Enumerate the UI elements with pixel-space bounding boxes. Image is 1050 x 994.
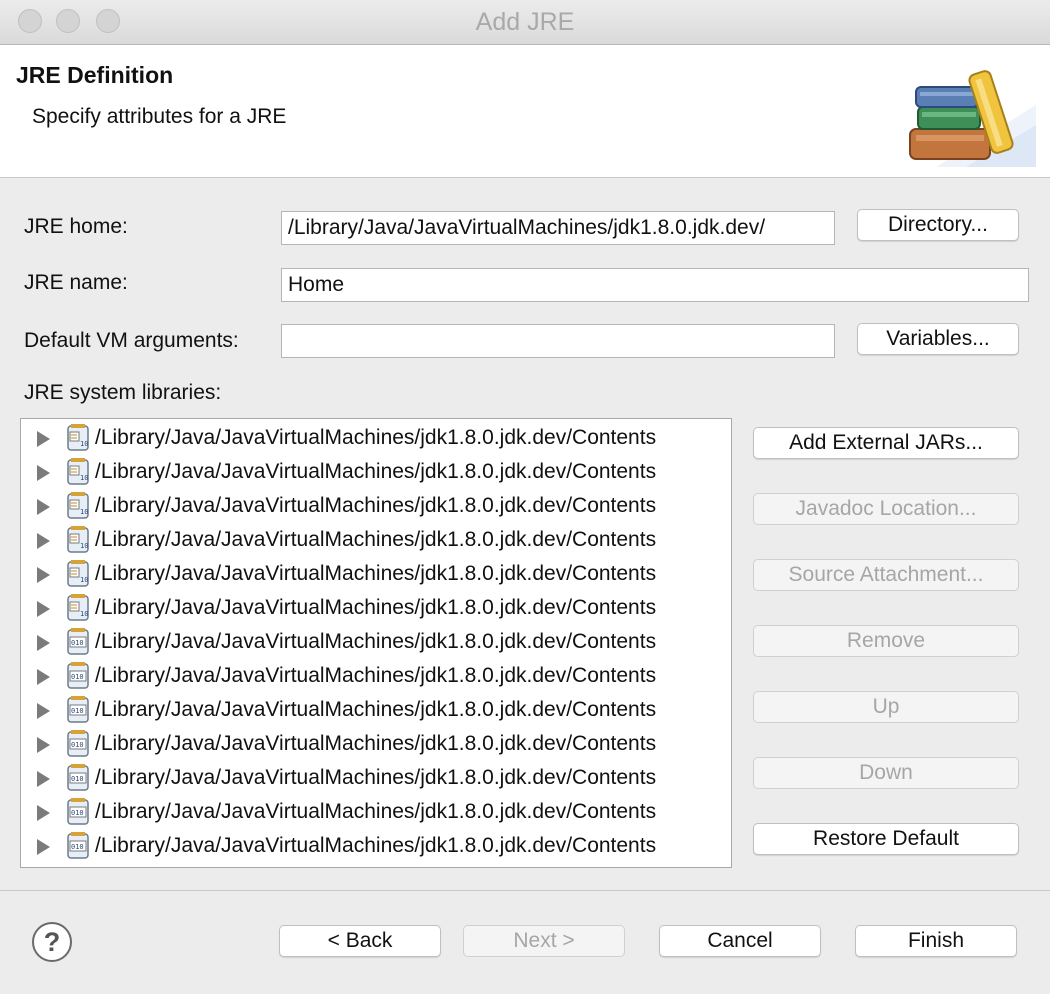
- library-path: /Library/Java/JavaVirtualMachines/jdk1.8…: [95, 460, 657, 483]
- jre-home-field[interactable]: /Library/Java/JavaVirtualMachines/jdk1.8…: [281, 211, 835, 245]
- jre-name-label: JRE name:: [24, 271, 128, 294]
- source-jar-icon: 10: [67, 424, 89, 451]
- expand-arrow-icon[interactable]: [37, 737, 50, 753]
- svg-text:10: 10: [80, 610, 88, 618]
- expand-arrow-icon[interactable]: [37, 669, 50, 685]
- library-books-icon: [909, 70, 1036, 167]
- svg-text:10: 10: [80, 576, 88, 584]
- library-row[interactable]: 10/Library/Java/JavaVirtualMachines/jdk1…: [21, 523, 731, 557]
- footer-divider: [0, 890, 1050, 891]
- title-bar: Add JRE: [0, 0, 1050, 45]
- variables-button[interactable]: Variables...: [857, 323, 1019, 355]
- restore-default-button[interactable]: Restore Default: [753, 823, 1019, 855]
- binary-jar-icon: 010: [67, 764, 89, 791]
- expand-arrow-icon[interactable]: [37, 635, 50, 651]
- source-jar-icon: 10: [67, 526, 89, 553]
- binary-jar-icon: 010: [67, 628, 89, 655]
- source-jar-icon: 10: [67, 492, 89, 519]
- library-path: /Library/Java/JavaVirtualMachines/jdk1.8…: [95, 664, 657, 687]
- library-row[interactable]: 010/Library/Java/JavaVirtualMachines/jdk…: [21, 693, 731, 727]
- library-path: /Library/Java/JavaVirtualMachines/jdk1.8…: [95, 528, 657, 551]
- svg-text:010: 010: [71, 707, 84, 715]
- svg-text:10: 10: [80, 508, 88, 516]
- source-jar-icon: 10: [67, 458, 89, 485]
- vm-arguments-label: Default VM arguments:: [24, 329, 239, 352]
- help-icon[interactable]: ?: [32, 922, 72, 962]
- up-button[interactable]: Up: [753, 691, 1019, 723]
- svg-text:10: 10: [80, 542, 88, 550]
- vm-arguments-field[interactable]: [281, 324, 835, 358]
- library-path: /Library/Java/JavaVirtualMachines/jdk1.8…: [95, 426, 657, 449]
- expand-arrow-icon[interactable]: [37, 771, 50, 787]
- add-external-jars-button[interactable]: Add External JARs...: [753, 427, 1019, 459]
- binary-jar-icon: 010: [67, 662, 89, 689]
- header-banner: JRE Definition Specify attributes for a …: [0, 45, 1050, 178]
- window-title: Add JRE: [475, 8, 575, 36]
- expand-arrow-icon[interactable]: [37, 465, 50, 481]
- expand-arrow-icon[interactable]: [37, 567, 50, 583]
- svg-text:010: 010: [71, 775, 84, 783]
- add-jre-dialog: Add JRE JRE Definition Specify attribute…: [0, 0, 1050, 994]
- library-row[interactable]: 010/Library/Java/JavaVirtualMachines/jdk…: [21, 625, 731, 659]
- expand-arrow-icon[interactable]: [37, 601, 50, 617]
- library-path: /Library/Java/JavaVirtualMachines/jdk1.8…: [95, 834, 657, 857]
- svg-text:10: 10: [80, 474, 88, 482]
- jre-name-field[interactable]: Home: [281, 268, 1029, 302]
- system-libraries-list[interactable]: 10/Library/Java/JavaVirtualMachines/jdk1…: [20, 418, 732, 868]
- library-row[interactable]: 10/Library/Java/JavaVirtualMachines/jdk1…: [21, 557, 731, 591]
- source-attachment-button[interactable]: Source Attachment...: [753, 559, 1019, 591]
- library-row[interactable]: 10/Library/Java/JavaVirtualMachines/jdk1…: [21, 421, 731, 455]
- down-button[interactable]: Down: [753, 757, 1019, 789]
- page-subtitle: Specify attributes for a JRE: [32, 105, 287, 128]
- library-path: /Library/Java/JavaVirtualMachines/jdk1.8…: [95, 630, 657, 653]
- javadoc-location-button[interactable]: Javadoc Location...: [753, 493, 1019, 525]
- library-path: /Library/Java/JavaVirtualMachines/jdk1.8…: [95, 494, 657, 517]
- svg-text:10: 10: [80, 440, 88, 448]
- system-libraries-label: JRE system libraries:: [24, 381, 222, 404]
- library-path: /Library/Java/JavaVirtualMachines/jdk1.8…: [95, 596, 657, 619]
- binary-jar-icon: 010: [67, 798, 89, 825]
- svg-text:010: 010: [71, 741, 84, 749]
- svg-text:010: 010: [71, 639, 84, 647]
- binary-jar-icon: 010: [67, 730, 89, 757]
- page-title: JRE Definition: [16, 62, 174, 88]
- library-path: /Library/Java/JavaVirtualMachines/jdk1.8…: [95, 766, 657, 789]
- finish-button[interactable]: Finish: [855, 925, 1017, 957]
- jre-home-label: JRE home:: [24, 215, 128, 238]
- next-button[interactable]: Next >: [463, 925, 625, 957]
- expand-arrow-icon[interactable]: [37, 805, 50, 821]
- svg-text:010: 010: [71, 809, 84, 817]
- expand-arrow-icon[interactable]: [37, 839, 50, 855]
- back-button[interactable]: < Back: [279, 925, 441, 957]
- directory-button[interactable]: Directory...: [857, 209, 1019, 241]
- source-jar-icon: 10: [67, 560, 89, 587]
- library-path: /Library/Java/JavaVirtualMachines/jdk1.8…: [95, 698, 657, 721]
- expand-arrow-icon[interactable]: [37, 533, 50, 549]
- remove-button[interactable]: Remove: [753, 625, 1019, 657]
- library-row[interactable]: 10/Library/Java/JavaVirtualMachines/jdk1…: [21, 455, 731, 489]
- binary-jar-icon: 010: [67, 696, 89, 723]
- library-row[interactable]: 10/Library/Java/JavaVirtualMachines/jdk1…: [21, 489, 731, 523]
- binary-jar-icon: 010: [67, 832, 89, 859]
- expand-arrow-icon[interactable]: [37, 431, 50, 447]
- library-row[interactable]: 010/Library/Java/JavaVirtualMachines/jdk…: [21, 829, 731, 863]
- source-jar-icon: 10: [67, 594, 89, 621]
- cancel-button[interactable]: Cancel: [659, 925, 821, 957]
- expand-arrow-icon[interactable]: [37, 499, 50, 515]
- library-row[interactable]: 010/Library/Java/JavaVirtualMachines/jdk…: [21, 727, 731, 761]
- expand-arrow-icon[interactable]: [37, 703, 50, 719]
- svg-text:010: 010: [71, 673, 84, 681]
- svg-text:010: 010: [71, 843, 84, 851]
- library-path: /Library/Java/JavaVirtualMachines/jdk1.8…: [95, 800, 657, 823]
- library-path: /Library/Java/JavaVirtualMachines/jdk1.8…: [95, 562, 657, 585]
- library-path: /Library/Java/JavaVirtualMachines/jdk1.8…: [95, 732, 657, 755]
- library-row[interactable]: 10/Library/Java/JavaVirtualMachines/jdk1…: [21, 591, 731, 625]
- library-row[interactable]: 010/Library/Java/JavaVirtualMachines/jdk…: [21, 659, 731, 693]
- library-row[interactable]: 010/Library/Java/JavaVirtualMachines/jdk…: [21, 795, 731, 829]
- library-row[interactable]: 010/Library/Java/JavaVirtualMachines/jdk…: [21, 761, 731, 795]
